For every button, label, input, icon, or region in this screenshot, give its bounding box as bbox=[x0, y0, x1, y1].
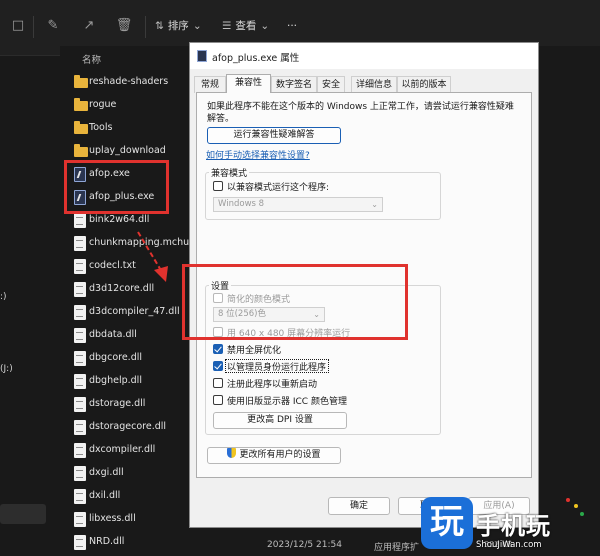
decoration-dot bbox=[574, 504, 578, 508]
compat-mode-checkbox-label: 以兼容模式运行这个程序: bbox=[227, 183, 330, 193]
annotation-arrow-icon bbox=[137, 231, 168, 282]
dialog-title-bar[interactable]: afop_plus.exe 属性 bbox=[190, 43, 538, 69]
rename-icon[interactable]: ✎ bbox=[44, 17, 62, 35]
run-as-admin-label: 以管理员身份运行此程序 bbox=[227, 363, 327, 373]
disable-fullscreen-checkbox[interactable] bbox=[213, 344, 223, 354]
folder-icon bbox=[74, 121, 88, 134]
compat-mode-label: 兼容模式 bbox=[209, 166, 250, 179]
dll-file-icon bbox=[74, 374, 86, 389]
compat-mode-select[interactable]: Windows 8 ⌄ bbox=[213, 197, 383, 212]
sort-button[interactable]: ⇅ 排序 ⌄ bbox=[155, 17, 206, 35]
dll-file-icon bbox=[74, 512, 86, 527]
dll-file-icon bbox=[74, 328, 86, 343]
chevron-down-icon: ⌄ bbox=[260, 20, 270, 32]
highlight-exe-files bbox=[64, 160, 169, 214]
dll-file-icon bbox=[74, 213, 86, 228]
delete-icon[interactable]: 🗑 bbox=[115, 17, 133, 35]
more-button[interactable]: ··· bbox=[287, 17, 297, 35]
legacy-icc-checkbox[interactable] bbox=[213, 395, 223, 405]
compat-mode-checkbox[interactable] bbox=[213, 181, 223, 191]
folder-icon bbox=[74, 75, 88, 88]
change-dpi-button[interactable]: 更改高 DPI 设置 bbox=[213, 412, 347, 429]
nav-drive-item-j[interactable]: (J:) bbox=[0, 364, 13, 374]
dll-file-icon bbox=[74, 489, 86, 504]
dll-file-icon bbox=[74, 466, 86, 481]
file-icon bbox=[74, 236, 86, 251]
nav-selected-item[interactable] bbox=[0, 504, 46, 524]
shield-icon bbox=[227, 448, 237, 458]
toolbar-separator bbox=[145, 16, 146, 38]
dll-file-icon bbox=[74, 443, 86, 458]
decoration-dot bbox=[566, 498, 570, 502]
chevron-down-icon: ⌄ bbox=[192, 20, 202, 32]
tab-security[interactable]: 安全 bbox=[317, 76, 345, 93]
column-header-name[interactable]: 名称 bbox=[82, 52, 101, 66]
modified-date: 2023/12/5 21:54 bbox=[267, 540, 342, 550]
list-item[interactable]: NRD.dll bbox=[74, 532, 254, 554]
run-as-admin-checkbox[interactable] bbox=[213, 361, 223, 371]
register-restart-label: 注册此程序以重新启动 bbox=[227, 380, 318, 390]
watermark-url: ShouJiWan.com bbox=[476, 540, 542, 550]
exe-icon bbox=[197, 50, 207, 62]
folder-icon bbox=[74, 144, 88, 157]
cut-icon[interactable]: □ bbox=[9, 17, 27, 35]
text-file-icon bbox=[74, 259, 86, 274]
view-button[interactable]: ☰ 查看 ⌄ bbox=[222, 17, 273, 35]
legacy-icc-label: 使用旧版显示器 ICC 颜色管理 bbox=[227, 397, 347, 407]
dll-file-icon bbox=[74, 305, 86, 320]
tab-previous-versions[interactable]: 以前的版本 bbox=[397, 76, 451, 93]
navigation-pane bbox=[0, 56, 58, 556]
tab-digital-signature[interactable]: 数字签名 bbox=[271, 76, 317, 93]
view-icon: ☰ bbox=[222, 20, 232, 32]
toolbar-separator bbox=[33, 16, 34, 38]
change-all-users-button[interactable]: 更改所有用户的设置 bbox=[207, 447, 341, 464]
dll-file-icon bbox=[74, 535, 86, 550]
chevron-down-icon: ⌄ bbox=[371, 200, 378, 209]
watermark-text: 手机玩 bbox=[476, 512, 551, 540]
folder-icon bbox=[74, 98, 88, 111]
register-restart-checkbox[interactable] bbox=[213, 378, 223, 388]
tab-compatibility[interactable]: 兼容性 bbox=[226, 74, 271, 93]
dll-file-icon bbox=[74, 420, 86, 435]
intro-text: 如果此程序不能在这个版本的 Windows 上正常工作，请尝试运行兼容性疑难解答… bbox=[207, 102, 514, 124]
disable-fullscreen-label: 禁用全屏优化 bbox=[227, 346, 282, 356]
highlight-settings bbox=[182, 264, 408, 340]
dll-file-icon bbox=[74, 351, 86, 366]
dll-file-icon bbox=[74, 282, 86, 297]
share-icon[interactable]: ↗ bbox=[80, 17, 98, 35]
dll-file-icon bbox=[74, 397, 86, 412]
dialog-title: afop_plus.exe 属性 bbox=[212, 53, 300, 64]
sort-icon: ⇅ bbox=[155, 20, 164, 32]
tab-general[interactable]: 常规 bbox=[194, 76, 226, 93]
decoration-dot bbox=[580, 512, 584, 516]
watermark-logo: 玩 bbox=[421, 497, 473, 549]
nav-drive-item[interactable]: :) bbox=[0, 292, 7, 302]
ok-button[interactable]: 确定 bbox=[328, 497, 390, 515]
manual-settings-link[interactable]: 如何手动选择兼容性设置? bbox=[206, 148, 310, 161]
file-type: 应用程序扩 bbox=[374, 543, 420, 553]
tab-details[interactable]: 详细信息 bbox=[351, 76, 397, 93]
run-troubleshooter-button[interactable]: 运行兼容性疑难解答 bbox=[207, 127, 341, 144]
